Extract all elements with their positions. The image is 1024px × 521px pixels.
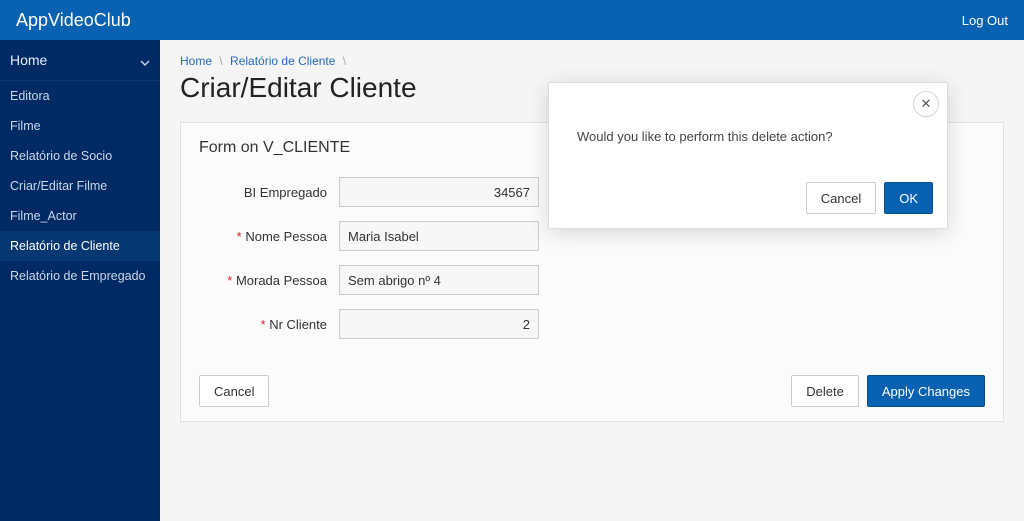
dialog-cancel-button[interactable]: Cancel bbox=[806, 182, 876, 214]
dialog-close-button[interactable]: ✕ bbox=[913, 91, 939, 117]
dialog-footer: Cancel OK bbox=[549, 172, 947, 228]
dialog-message: Would you like to perform this delete ac… bbox=[549, 83, 947, 172]
modal-backdrop bbox=[0, 0, 1024, 521]
close-icon: ✕ bbox=[921, 96, 932, 112]
dialog-ok-button[interactable]: OK bbox=[884, 182, 933, 214]
confirm-dialog: ✕ Would you like to perform this delete … bbox=[548, 82, 948, 229]
